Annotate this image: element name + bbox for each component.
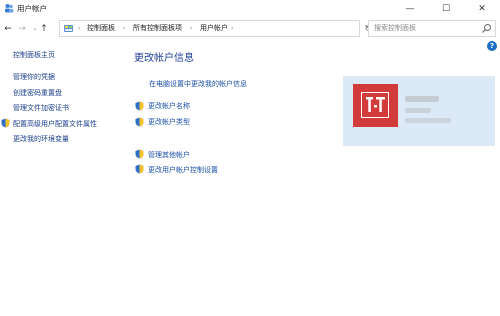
control-panel-home-link[interactable]: 控制面板主页 [13,50,55,60]
breadcrumb-separator: › [231,25,234,32]
maximize-button[interactable]: ☐ [428,0,464,18]
up-button[interactable]: ↑ [38,22,50,36]
create-password-reset-disk-link[interactable]: 创建密码重置盘 [13,88,62,98]
search-placeholder: 搜索控制面板 [374,24,416,32]
uac-shield-icon [135,117,144,127]
account-email-redacted [405,118,451,123]
account-name-redacted [405,96,439,102]
page-title: 更改帐户信息 [134,53,194,64]
users-icon [5,4,14,13]
breadcrumb-separator: › [123,25,126,32]
window-title: 用户帐户 [17,4,47,13]
address-box[interactable]: › 控制面板 › 所有控制面板项 › 用户帐户 › ⌄ [59,20,412,37]
help-icon[interactable]: ? [487,41,497,51]
forward-button[interactable]: → [16,22,28,36]
uac-shield-icon [135,101,144,111]
uac-shield-icon [1,118,10,128]
back-button[interactable]: ← [2,22,14,36]
uac-shield-icon [135,164,144,174]
search-icon[interactable] [481,23,492,34]
title-bar: 用户帐户 — ☐ ✕ [0,0,500,18]
manage-other-accounts-link[interactable]: 管理其他帐户 [148,150,190,160]
account-type-redacted [405,108,431,113]
address-bar: ← → ⌄ ↑ › 控制面板 › 所有控制面板项 › 用户帐户 › ⌄ ↻ 搜索… [0,18,500,40]
advanced-profile-properties-link[interactable]: 配置高级用户配置文件属性 [13,119,97,129]
breadcrumb-separator: › [78,25,81,32]
breadcrumb-separator: › [190,25,193,32]
avatar-logo [361,92,389,118]
breadcrumb-user-accounts[interactable]: 用户帐户 [200,23,228,34]
minimize-button[interactable]: — [392,0,428,18]
control-panel-icon [64,25,73,32]
close-button[interactable]: ✕ [464,0,500,18]
change-account-name-link[interactable]: 更改帐户名称 [148,101,190,111]
change-uac-settings-link[interactable]: 更改用户帐户控制设置 [148,165,218,175]
breadcrumb-control-panel[interactable]: 控制面板 [87,23,115,34]
manage-credentials-link[interactable]: 管理你的凭据 [13,72,55,82]
pc-settings-account-link[interactable]: 在电脑设置中更改我的帐户信息 [149,79,247,89]
search-input[interactable]: 搜索控制面板 [368,20,496,37]
change-account-type-link[interactable]: 更改帐户类型 [148,117,190,127]
avatar [353,84,398,127]
breadcrumb-all-items[interactable]: 所有控制面板项 [133,23,182,34]
uac-shield-icon [135,149,144,159]
account-info-panel [343,76,495,146]
change-environment-variables-link[interactable]: 更改我的环境变量 [13,134,69,144]
manage-encryption-certificates-link[interactable]: 管理文件加密证书 [13,103,69,113]
